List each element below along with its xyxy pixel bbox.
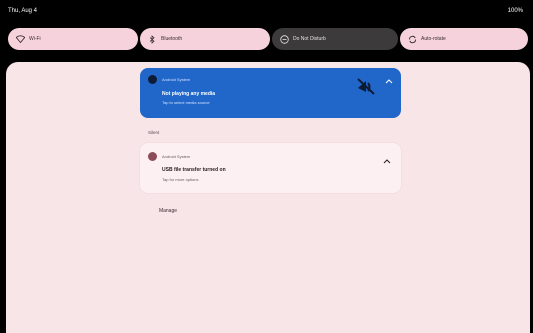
media-app-name: Android System	[162, 77, 191, 82]
status-date: Thu, Aug 4	[8, 8, 38, 14]
media-output-off-icon[interactable]	[355, 76, 377, 96]
do-not-disturb-icon	[279, 34, 289, 44]
tile-bluetooth[interactable]: Bluetooth	[140, 28, 270, 50]
tile-label: Wi-Fi	[29, 36, 41, 42]
status-bar: Thu, Aug 4 100%	[0, 0, 533, 22]
chevron-up-icon[interactable]	[382, 152, 392, 164]
tile-label: Auto-rotate	[421, 36, 446, 42]
battery-level: 100%	[507, 8, 523, 14]
notification-card[interactable]: Android System USB file transfer turned …	[140, 143, 401, 193]
section-header: Silent	[148, 130, 160, 135]
media-title: Not playing any media	[162, 91, 216, 97]
tile-label: Bluetooth	[161, 36, 183, 42]
tile-wifi[interactable]: Wi-Fi	[8, 28, 138, 50]
chevron-up-icon[interactable]	[384, 74, 394, 84]
android-system-icon	[148, 75, 157, 84]
tile-do-not-disturb[interactable]: Do Not Disturb	[272, 28, 398, 50]
notification-subtitle: Tap for more options	[162, 177, 199, 182]
notification-app-name: Android System	[162, 154, 191, 159]
media-player-card[interactable]: Android System Not playing any media Tap…	[140, 68, 401, 118]
wifi-icon	[15, 34, 25, 44]
auto-rotate-icon	[407, 34, 417, 44]
android-system-icon	[148, 152, 157, 161]
notification-title: USB file transfer turned on	[162, 167, 226, 173]
media-subtitle: Tap to select media source	[162, 100, 210, 105]
tile-label: Do Not Disturb	[293, 36, 326, 42]
quick-settings-tiles: Wi-Fi Bluetooth Do Not Disturb Auto-rota…	[0, 25, 533, 55]
bluetooth-icon	[147, 34, 157, 44]
manage-button[interactable]: Manage	[150, 204, 186, 218]
tile-auto-rotate[interactable]: Auto-rotate	[400, 28, 528, 50]
